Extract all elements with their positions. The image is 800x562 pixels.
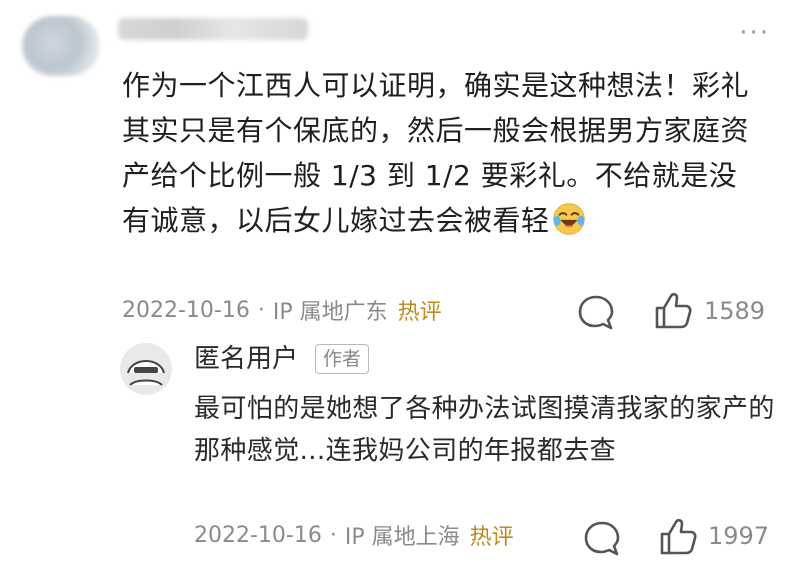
username-blurred[interactable] [118, 18, 308, 40]
more-dots-icon[interactable]: ··· [739, 20, 770, 46]
reply-username[interactable]: 匿名用户 [194, 341, 298, 377]
comment-bubble-icon[interactable] [576, 292, 616, 332]
reply-meta: 2022-10-16 · IP 属地上海 热评 [194, 515, 514, 555]
reply-ip-location: IP 属地上海 [344, 525, 460, 550]
like-count: 1589 [704, 297, 766, 325]
thumbs-up-icon[interactable] [652, 290, 694, 332]
main-comment-meta: 2022-10-16 · IP 属地广东 热评 [122, 290, 442, 330]
reply-avatar[interactable] [120, 343, 172, 395]
reply-hot-badge: 热评 [469, 525, 514, 550]
reply-like-count: 1997 [708, 522, 770, 550]
laughing-tears-emoji-icon [552, 203, 585, 235]
reply-text: 最可怕的是她想了各种办法试图摸清我家的家产的那种感觉...连我妈公司的年报都去查 [194, 394, 775, 466]
user-avatar-blurred[interactable] [22, 16, 100, 76]
reply-date: 2022-10-16 [194, 522, 322, 548]
main-comment-body: 作为一个江西人可以证明，确实是这种想法！彩礼其实只是有个保底的，然后一般会根据男… [122, 69, 750, 237]
thumbs-up-icon[interactable] [657, 516, 699, 558]
comment-date: 2022-10-16 [122, 297, 250, 323]
anonymous-avatar-icon [120, 343, 172, 395]
main-comment-text: 作为一个江西人可以证明，确实是这种想法！彩礼其实只是有个保底的，然后一般会根据男… [122, 63, 762, 243]
author-tag: 作者 [315, 344, 370, 374]
hot-comment-badge: 热评 [397, 300, 442, 325]
meta-separator: · [329, 522, 337, 548]
ip-location: IP 属地广东 [272, 300, 388, 325]
comment-bubble-icon[interactable] [582, 518, 622, 558]
meta-separator: · [257, 297, 265, 323]
